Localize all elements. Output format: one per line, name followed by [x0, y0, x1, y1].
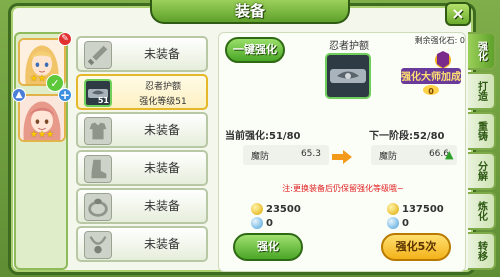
cost-5-gem: 0 — [387, 217, 409, 229]
slot-armor[interactable]: 未装备 — [76, 112, 208, 148]
arrow-up-icon: ▲ — [445, 148, 454, 161]
stat-current-row: 魔防 65.3 — [243, 145, 329, 165]
slot-ring[interactable]: 未装备 — [76, 188, 208, 224]
slot-label: 未装备 — [143, 123, 180, 137]
slot-level-number: 51 — [97, 96, 109, 105]
headband-icon: 51 — [84, 79, 112, 107]
strengthen-master-badge: 强化大师加成 0 — [401, 51, 461, 96]
cost-1-coin-value: 23500 — [266, 204, 301, 215]
cost-5-coin-value: 137500 — [402, 204, 444, 215]
master-label: 强化大师加成 — [401, 70, 461, 83]
hero-2-stars: ★★★ — [29, 130, 55, 140]
slot-item-name: 忍者护额 — [144, 82, 181, 92]
cost-5-coin: 137500 — [387, 203, 444, 215]
slot-label: 未装备 — [143, 199, 180, 213]
current-strengthen-level: 当前强化:51/80 — [225, 131, 301, 142]
slot-weapon[interactable]: 未装备 — [76, 36, 208, 72]
gem-icon — [387, 217, 399, 229]
gem-icon — [251, 217, 263, 229]
boots-icon — [84, 155, 112, 183]
armor-icon — [84, 117, 112, 145]
slot-label: 未装备 — [143, 47, 180, 61]
coin-icon — [251, 203, 263, 215]
remaining-stones-label: 剩余强化石: — [414, 36, 458, 45]
slot-label: 未装备 — [143, 237, 180, 251]
next-stage-level: 下一阶段:52/80 — [369, 131, 445, 142]
tab-forge[interactable]: 打造 — [468, 72, 496, 110]
window-title-bar: 装备 — [150, 0, 350, 24]
remaining-stones-value: 0 — [459, 36, 465, 45]
coin-icon — [387, 203, 399, 215]
tab-refine[interactable]: 炼化 — [468, 192, 496, 230]
stat-current-value: 65.3 — [300, 149, 321, 159]
tab-transfer[interactable]: 转移 — [468, 232, 496, 270]
arrow-right-icon — [332, 150, 352, 164]
strengthen-detail-panel: 一键强化 忍者护额 剩余强化石: 0 强化大师加成 0 当前强化:51/80 下… — [218, 32, 466, 272]
headband-icon-large — [325, 53, 371, 99]
slot-label: 未装备 — [143, 161, 180, 175]
hero-list: ★★★ ✎ ✓ ★★★ ▲ + — [12, 32, 72, 270]
stat-next-key: 魔防 — [379, 152, 398, 162]
hero-2-skill-icon: ▲ — [12, 88, 26, 102]
stat-current-key: 魔防 — [251, 152, 270, 162]
one-key-strengthen-button[interactable]: 一键强化 — [225, 37, 285, 63]
slot-boots[interactable]: 未装备 — [76, 150, 208, 186]
necklace-icon — [84, 231, 112, 259]
selected-item-name: 忍者护额 — [329, 41, 369, 52]
tab-recast[interactable]: 重铸 — [468, 112, 496, 150]
slot-item-level: 强化等级51 — [139, 97, 187, 107]
slot-headband-selected[interactable]: 51 忍者护额 强化等级51 — [76, 74, 208, 110]
tab-decompose[interactable]: 分解 — [468, 152, 496, 190]
strengthen-button[interactable]: 强化 — [233, 233, 303, 261]
cost-1-gem-value: 0 — [266, 218, 273, 229]
window-title: 装备 — [234, 2, 265, 20]
hero-portrait-2[interactable]: ★★★ — [18, 94, 66, 142]
slot-necklace[interactable]: 未装备 — [76, 226, 208, 262]
warning-note: 注:更换装备后仍保留强化等级哦~ — [282, 184, 404, 193]
add-icon[interactable]: + — [58, 88, 72, 102]
strengthen-5-times-button[interactable]: 强化5次 — [381, 233, 451, 261]
cost-1-gem: 0 — [251, 217, 273, 229]
hero-1-lock-icon: ✎ — [58, 32, 72, 46]
tab-strengthen[interactable]: 强化 — [468, 32, 496, 70]
equipment-slot-list: 未装备 51 忍者护额 强化等级51 未装备 未装备 未装备 未装备 — [72, 32, 212, 272]
master-value: 0 — [428, 87, 434, 96]
sword-icon — [84, 41, 112, 69]
close-button[interactable]: × — [445, 2, 471, 26]
cost-1-coin: 23500 — [251, 203, 301, 215]
cost-5-gem-value: 0 — [402, 218, 409, 229]
side-tabs: 强化 打造 重铸 分解 炼化 转移 — [468, 32, 496, 272]
ring-icon — [84, 193, 112, 221]
remaining-stones: 剩余强化石: 0 — [387, 35, 465, 46]
